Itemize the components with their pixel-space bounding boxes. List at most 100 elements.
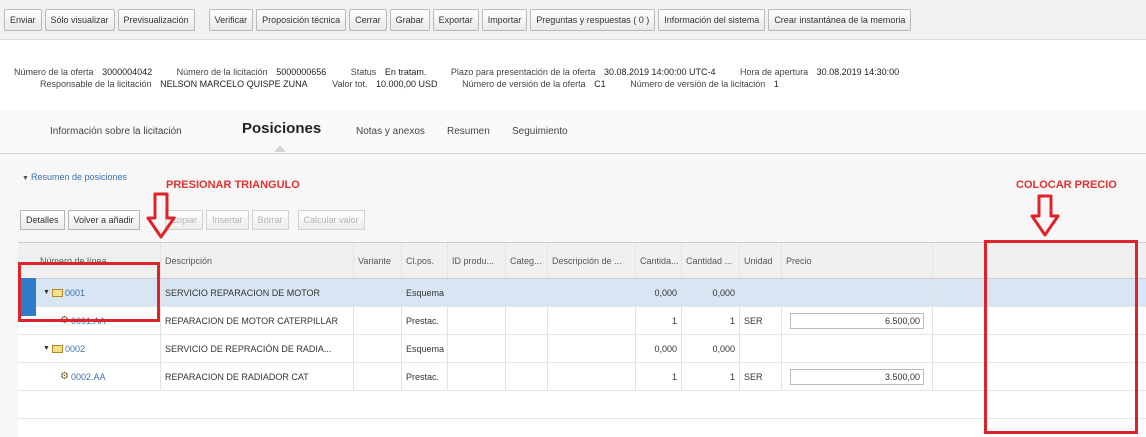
tab-tender-info[interactable]: Información sobre la licitación [50,126,182,137]
row-item-class: Prestac. [402,307,448,334]
col-unit[interactable]: Unidad [740,243,782,278]
row-item-class: Esquema [402,335,448,362]
memory-snapshot-button[interactable]: Crear instantánea de la memoria [768,8,912,31]
view-only-button[interactable]: Sólo visualizar [44,8,115,31]
annotation-box-price [984,240,1138,434]
row-unit: SER [740,363,782,390]
row-item-class: Prestac. [402,363,448,390]
row-unit: SER [740,307,782,334]
row-quantity: 0,000 [636,335,682,362]
table-row[interactable]: ▼ 0002 SERVICIO DE REPRACIÓN DE RADIA... … [18,335,1146,363]
row-description: REPARACION DE RADIADOR CAT [161,363,354,390]
price-input[interactable]: 6.500,00 [790,312,924,329]
responsible-label: Responsable de la licitación [40,79,152,89]
responsible-value: NELSON MARCELO QUISPE ZUNA [160,79,308,89]
status-value: En tratam. [384,67,427,77]
annotation-enter-price: COLOCAR PRECIO [1016,179,1117,191]
tender-number-label: Número de la licitación [176,67,268,77]
delete-button[interactable]: Borrar [251,210,289,230]
row-quantity-2: 1 [682,307,740,334]
tab-positions[interactable]: Posiciones [242,120,321,137]
opening-value: 30.08.2019 14:30:00 [816,67,900,77]
positions-summary-toggle[interactable]: ▼ Resumen de posiciones [22,172,127,182]
status-label: Status [350,67,377,77]
row-description: REPARACION DE MOTOR CATERPILLAR [161,307,354,334]
col-category-description[interactable]: Descripción de ... [548,243,636,278]
table-row-empty [18,391,1146,419]
row-quantity-2: 0,000 [682,279,740,306]
line-number-link[interactable]: 0002 [65,344,85,354]
main-toolbar: Enviar Sólo visualizar Previsualización … [0,0,1146,40]
save-button[interactable]: Grabar [389,8,430,31]
col-price[interactable]: Precio [782,243,933,278]
offer-version-label: Número de versión de la oferta [462,79,586,89]
deadline-label: Plazo para presentación de la oferta [450,67,596,77]
annotation-arrow-down-icon [146,192,176,239]
row-item-class: Esquema [402,279,448,306]
questions-answers-button[interactable]: Preguntas y respuestas ( 0 ) [530,8,656,31]
deadline-value: 30.08.2019 14:00:00 UTC-4 [603,67,716,77]
document-header: Número de la oferta 3000004042 Número de… [0,40,1146,110]
tender-version-value: 1 [773,79,779,89]
close-button[interactable]: Cerrar [349,8,387,31]
export-button[interactable]: Exportar [432,8,479,31]
technical-proposal-button[interactable]: Proposición técnica [256,8,347,31]
opening-label: Hora de apertura [740,67,809,77]
annotation-press-triangle: PRESIONAR TRIANGULO [166,179,300,191]
col-item-class[interactable]: Cl.pos. [402,243,448,278]
row-unit [740,335,782,362]
row-price [782,335,933,362]
tab-strip: Información sobre la licitación Posicion… [0,110,1146,154]
col-quantity[interactable]: Cantida... [636,243,682,278]
positions-table: Número de línea Descripción Variante Cl.… [18,242,1146,437]
verify-button[interactable]: Verificar [208,8,254,31]
row-description: SERVICIO REPARACION DE MOTOR [161,279,354,306]
system-info-button[interactable]: Información del sistema [658,8,766,31]
collapse-triangle-icon: ▼ [22,175,29,182]
table-row[interactable]: ▼ 0001 SERVICIO REPARACION DE MOTOR Esque… [18,279,1146,307]
row-description: SERVICIO DE REPRACIÓN DE RADIA... [161,335,354,362]
col-description[interactable]: Descripción [161,243,354,278]
tab-notes-attachments[interactable]: Notas y anexos [356,126,425,137]
service-item-icon: ⚙ [60,371,69,382]
annotation-arrow-down-icon [1030,194,1060,237]
send-button[interactable]: Enviar [4,8,42,31]
total-label: Valor tot. [332,79,368,89]
col-category[interactable]: Categ... [506,243,548,278]
row-price [782,279,933,306]
active-tab-indicator [274,145,286,152]
tender-number-value: 5000000656 [276,67,327,77]
col-variant[interactable]: Variante [354,243,402,278]
row-quantity-2: 0,000 [682,335,740,362]
offer-number-value: 3000004042 [102,67,153,77]
tab-tracking[interactable]: Seguimiento [512,126,568,137]
grid-toolbar: Detalles Volver a añadir Copiar Insertar… [20,210,365,232]
offer-number-label: Número de la oferta [14,67,94,77]
price-input[interactable]: 3.500,00 [790,368,924,385]
import-button[interactable]: Importar [481,8,528,31]
table-header: Número de línea Descripción Variante Cl.… [18,243,1146,279]
col-product-id[interactable]: ID produ... [448,243,506,278]
folder-icon [51,344,63,353]
line-number-link[interactable]: 0002.AA [71,372,106,382]
re-add-button[interactable]: Volver a añadir [67,210,140,230]
tender-version-label: Número de versión de la licitación [630,79,766,89]
calculate-value-button[interactable]: Calcular valor [297,210,365,230]
insert-button[interactable]: Insertar [206,210,249,230]
col-quantity-2[interactable]: Cantidad ... [682,243,740,278]
table-row[interactable]: ⚙ 0001.AA REPARACION DE MOTOR CATERPILLAR… [18,307,1146,335]
row-quantity: 1 [636,363,682,390]
preview-button[interactable]: Previsualización [117,8,195,31]
row-quantity: 0,000 [636,279,682,306]
expand-triangle-icon[interactable]: ▼ [43,345,50,352]
row-unit [740,279,782,306]
row-quantity: 1 [636,307,682,334]
details-button[interactable]: Detalles [20,210,65,230]
total-value: 10.000,00 USD [376,79,438,89]
offer-version-value: C1 [594,79,606,89]
tab-summary[interactable]: Resumen [447,126,490,137]
positions-summary-label: Resumen de posiciones [30,172,127,182]
annotation-box-triangle [18,262,160,322]
table-row[interactable]: ⚙ 0002.AA REPARACION DE RADIADOR CAT Pres… [18,363,1146,391]
row-quantity-2: 1 [682,363,740,390]
